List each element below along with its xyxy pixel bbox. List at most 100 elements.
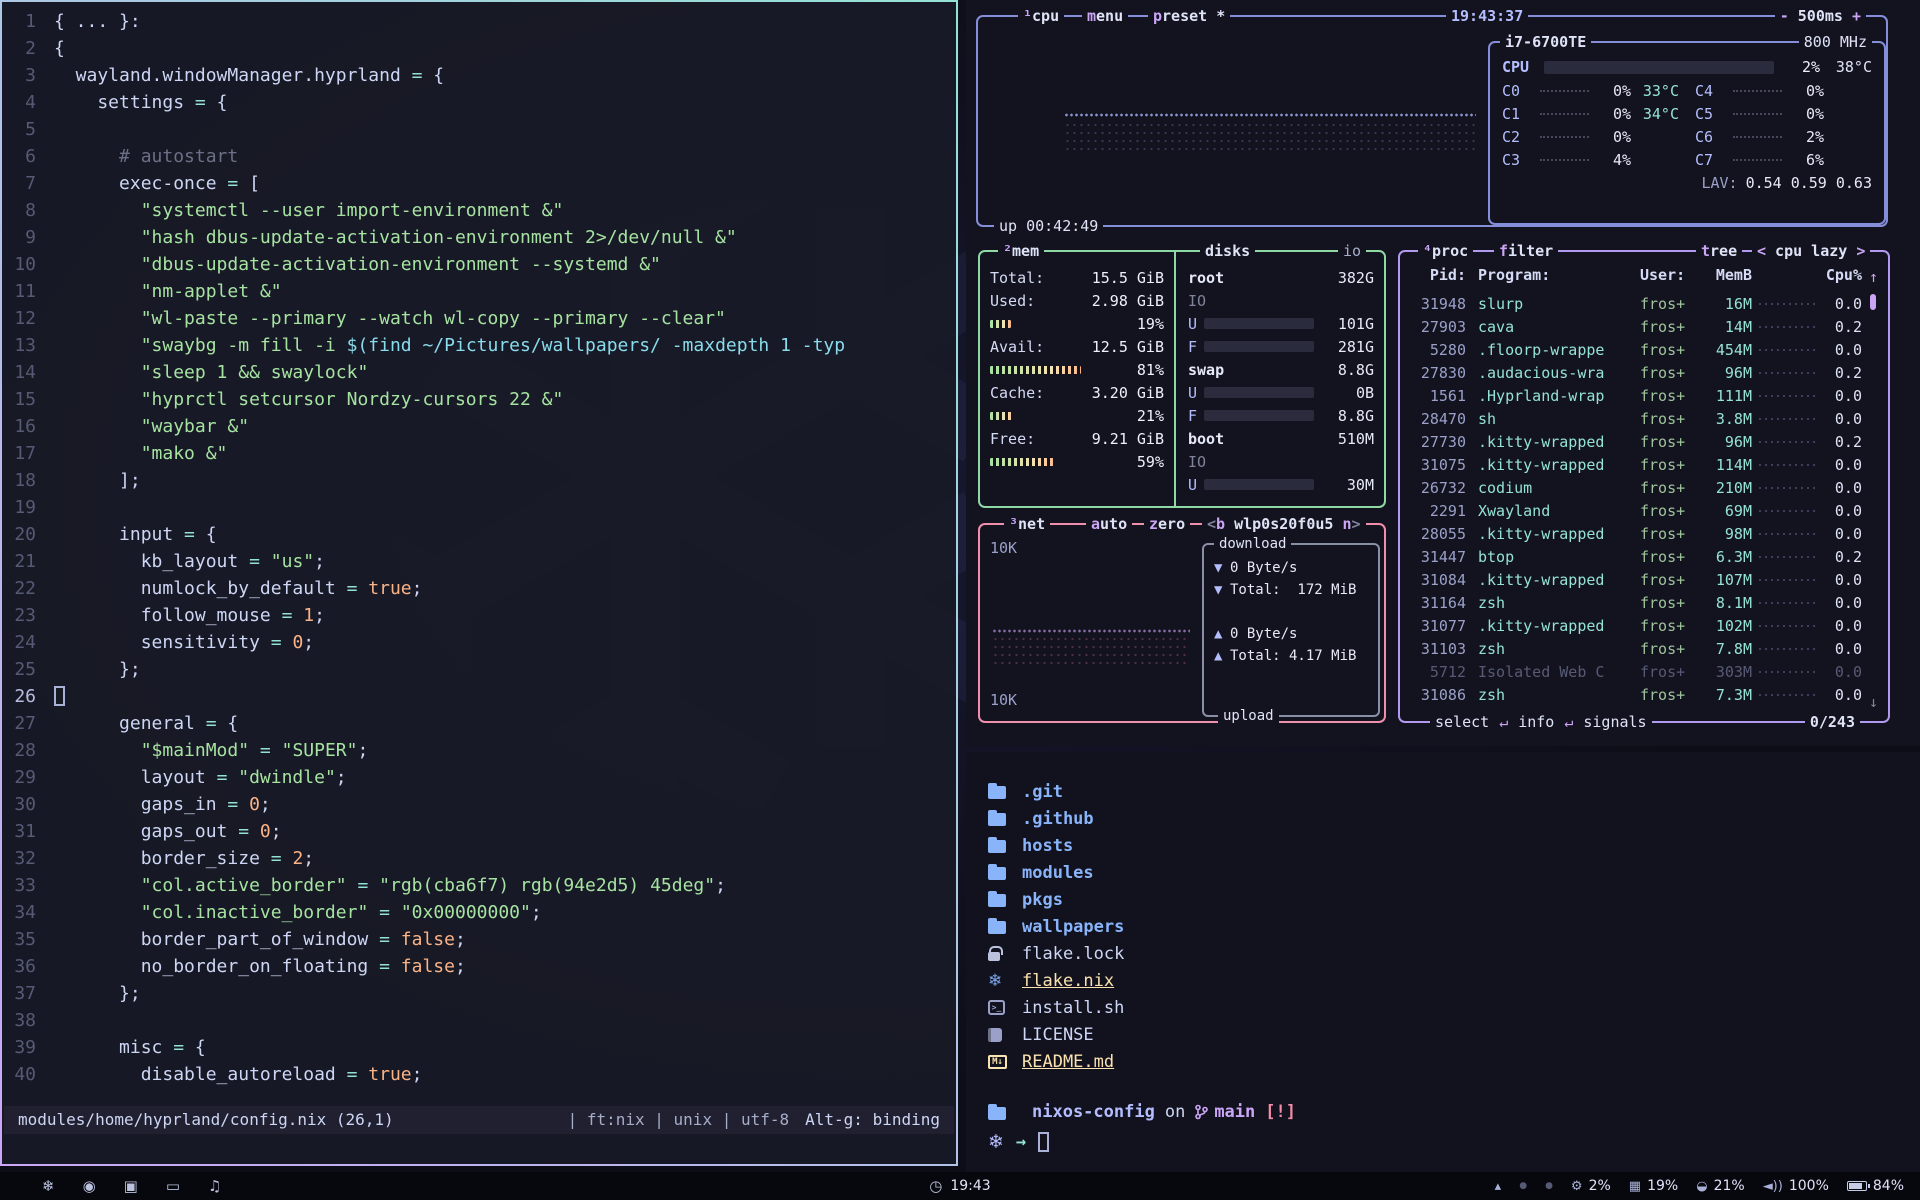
process-row[interactable]: 5712Isolated Web Cfros+303M0.0 — [1412, 660, 1862, 683]
process-row[interactable]: 2291Xwaylandfros+69M0.0 — [1412, 499, 1862, 522]
sort-selector[interactable]: < cpu lazy > — [1752, 241, 1870, 261]
process-row[interactable]: 31164zshfros+8.1M0.0 — [1412, 591, 1862, 614]
net-title-part[interactable]: b — [1216, 515, 1225, 533]
code-line[interactable]: 38 — [8, 1007, 952, 1034]
header-user[interactable]: User: — [1636, 266, 1700, 284]
code-line[interactable]: 22 numlock_by_default = true; — [8, 575, 952, 602]
process-row[interactable]: 31103zshfros+7.8M0.0 — [1412, 637, 1862, 660]
volume-indicator[interactable]: ◄))100% — [1763, 1178, 1829, 1194]
code-line[interactable]: 36 no_border_on_floating = false; — [8, 953, 952, 980]
net-auto-toggle[interactable]: auto — [1086, 514, 1132, 534]
code-line[interactable]: 10 "dbus-update-activation-environment -… — [8, 251, 952, 278]
code-line[interactable]: 27 general = { — [8, 710, 952, 737]
sort-prev-button[interactable]: < — [1757, 242, 1766, 260]
code-line[interactable]: 32 border_size = 2; — [8, 845, 952, 872]
disk-indicator[interactable]: ◒21% — [1696, 1178, 1744, 1194]
code-line[interactable]: 21 kb_layout = "us"; — [8, 548, 952, 575]
io-toggle[interactable]: io — [1338, 241, 1366, 261]
process-row[interactable]: 1561.Hyprland-wrapfros+111M0.0 — [1412, 384, 1862, 407]
code-line[interactable]: 19 — [8, 494, 952, 521]
scroll-down-icon[interactable]: ↓ — [1869, 693, 1878, 711]
tree-toggle[interactable]: tree — [1696, 241, 1742, 261]
net-interface-selector[interactable]: <b wlp0s20f0u5 n> — [1202, 514, 1366, 534]
interval-plus-button[interactable]: + — [1843, 7, 1861, 25]
code-line[interactable]: 20 input = { — [8, 521, 952, 548]
code-line[interactable]: 25 }; — [8, 656, 952, 683]
code-line[interactable]: 3 wayland.windowManager.hyprland = { — [8, 62, 952, 89]
process-row[interactable]: 31447btopfros+6.3M0.2 — [1412, 545, 1862, 568]
header-cpu[interactable]: Cpu% — [1820, 266, 1862, 284]
code-line[interactable]: 30 gaps_in = 0; — [8, 791, 952, 818]
code-line[interactable]: 37 }; — [8, 980, 952, 1007]
code-line[interactable]: 17 "mako &" — [8, 440, 952, 467]
header-memb[interactable]: MemB — [1700, 266, 1752, 284]
process-row[interactable]: 27903cavafros+14M0.2 — [1412, 315, 1862, 338]
code-line[interactable]: 24 sensitivity = 0; — [8, 629, 952, 656]
net-title-part[interactable]: n — [1342, 515, 1351, 533]
code-line[interactable]: 26 — [8, 683, 952, 710]
header-pid[interactable]: Pid: — [1412, 266, 1466, 284]
nixos-menu-icon[interactable]: ❄ — [42, 1177, 55, 1195]
code-line[interactable]: 1{ ... }: — [8, 8, 952, 35]
code-line[interactable]: 13 "swaybg -m fill -i $(find ~/Pictures/… — [8, 332, 952, 359]
code-line[interactable]: 6 # autostart — [8, 143, 952, 170]
process-row[interactable]: 5280.floorp-wrappefros+454M0.0 — [1412, 338, 1862, 361]
code-line[interactable]: 5 — [8, 116, 952, 143]
menu-button[interactable]: menu — [1082, 6, 1128, 26]
scroll-up-icon[interactable]: ↑ — [1869, 268, 1878, 286]
code-line[interactable]: 9 "hash dbus-update-activation-environme… — [8, 224, 952, 251]
net-zero-toggle[interactable]: zero — [1144, 514, 1190, 534]
memory-indicator[interactable]: ▦19% — [1629, 1178, 1678, 1194]
terminal-icon[interactable]: ▣ — [124, 1177, 138, 1195]
code-line[interactable]: 2{ — [8, 35, 952, 62]
preset-button[interactable]: preset * — [1148, 6, 1230, 26]
code-line[interactable]: 7 exec-once = [ — [8, 170, 952, 197]
enter-icon[interactable]: ↵ — [1499, 712, 1508, 732]
battery-indicator[interactable]: 84% — [1847, 1178, 1904, 1194]
process-row[interactable]: 28470shfros+3.8M0.0 — [1412, 407, 1862, 430]
power-icon[interactable]: ◉ — [83, 1177, 96, 1195]
code-line[interactable]: 16 "waybar &" — [8, 413, 952, 440]
code-line[interactable]: 31 gaps_out = 0; — [8, 818, 952, 845]
info-button[interactable]: info — [1518, 712, 1554, 732]
enter-icon[interactable]: ↵ — [1564, 712, 1573, 732]
process-row[interactable]: 27830.audacious-wrafros+96M0.2 — [1412, 361, 1862, 384]
code-line[interactable]: 18 ]; — [8, 467, 952, 494]
code-line[interactable]: 15 "hyprctl setcursor Nordzy-cursors 22 … — [8, 386, 952, 413]
shell-input-line[interactable]: ❄ → — [988, 1131, 1049, 1153]
code-line[interactable]: 11 "nm-applet &" — [8, 278, 952, 305]
code-line[interactable]: 23 follow_mouse = 1; — [8, 602, 952, 629]
tray-app-2[interactable]: ● — [1545, 1181, 1553, 1191]
process-row[interactable]: 31948slurpfros+16M0.0 — [1412, 292, 1862, 315]
tray-expand[interactable]: ▴ — [1495, 1179, 1502, 1194]
code-line[interactable]: 8 "systemctl --user import-environment &… — [8, 197, 952, 224]
windows-icon[interactable]: ▭ — [166, 1177, 180, 1195]
signals-button[interactable]: signals — [1583, 712, 1646, 732]
editor-buffer[interactable]: 1{ ... }:2{3 wayland.windowManager.hyprl… — [8, 8, 952, 1088]
code-line[interactable]: 34 "col.inactive_border" = "0x00000000"; — [8, 899, 952, 926]
interval-control[interactable]: - 500ms + — [1775, 6, 1866, 26]
process-row[interactable]: 31084.kitty-wrappedfros+107M0.0 — [1412, 568, 1862, 591]
code-line[interactable]: 12 "wl-paste --primary --watch wl-copy -… — [8, 305, 952, 332]
code-line[interactable]: 28 "$mainMod" = "SUPER"; — [8, 737, 952, 764]
interval-minus-button[interactable]: - — [1780, 7, 1798, 25]
music-icon[interactable]: ♫ — [208, 1177, 221, 1195]
code-line[interactable]: 4 settings = { — [8, 89, 952, 116]
process-row[interactable]: 26732codiumfros+210M0.0 — [1412, 476, 1862, 499]
tray-app-1[interactable]: ● — [1519, 1181, 1527, 1191]
filter-button[interactable]: filter — [1494, 241, 1558, 261]
header-program[interactable]: Program: — [1466, 266, 1636, 284]
process-row[interactable]: 31075.kitty-wrappedfros+114M0.0 — [1412, 453, 1862, 476]
code-line[interactable]: 14 "sleep 1 && swaylock" — [8, 359, 952, 386]
scrollbar-thumb[interactable] — [1870, 294, 1876, 310]
process-row[interactable]: 28055.kitty-wrappedfros+98M0.0 — [1412, 522, 1862, 545]
code-line[interactable]: 35 border_part_of_window = false; — [8, 926, 952, 953]
code-line[interactable]: 33 "col.active_border" = "rgb(cba6f7) rg… — [8, 872, 952, 899]
sort-next-button[interactable]: > — [1856, 242, 1865, 260]
code-line[interactable]: 40 disable_autoreload = true; — [8, 1061, 952, 1088]
cpu-indicator[interactable]: ⚙2% — [1571, 1178, 1611, 1194]
process-row[interactable]: 31086zshfros+7.3M0.0 — [1412, 683, 1862, 706]
process-row[interactable]: 31077.kitty-wrappedfros+102M0.0 — [1412, 614, 1862, 637]
code-line[interactable]: 39 misc = { — [8, 1034, 952, 1061]
process-row[interactable]: 27730.kitty-wrappedfros+96M0.2 — [1412, 430, 1862, 453]
